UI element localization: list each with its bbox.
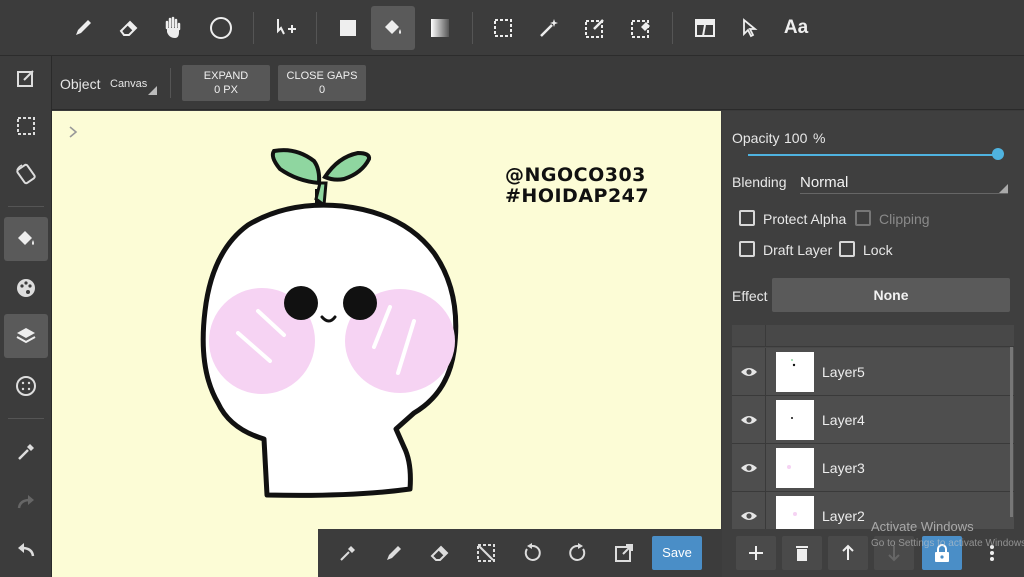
app-root: Aa Object Canvas EXPAND 0 PX CLOSE GAPS … — [0, 0, 1024, 577]
activate-windows-title: Activate Windows — [871, 519, 974, 534]
close-gaps-button[interactable]: CLOSE GAPS 0 — [278, 65, 366, 101]
layer-list-scrollbar[interactable] — [1010, 347, 1013, 517]
protect-alpha-label: Protect Alpha — [763, 211, 847, 227]
character-drawing — [200, 148, 459, 498]
left-toolbar — [0, 0, 52, 577]
expand-label: EXPAND — [203, 70, 249, 82]
layer-thumbnail — [776, 400, 814, 440]
layer-name: Layer4 — [822, 412, 865, 428]
cursor-icon[interactable] — [727, 6, 771, 50]
opacity-slider[interactable] — [748, 154, 998, 156]
blending-caret-icon — [999, 184, 1008, 193]
add-layer-button[interactable] — [736, 536, 776, 570]
activate-windows-subtitle: Go to Settings to activate Windows. — [871, 538, 1024, 549]
clipping-checkbox[interactable] — [855, 210, 871, 226]
bucket-icon[interactable] — [4, 217, 48, 261]
eraser-icon[interactable] — [107, 6, 151, 50]
opacity-unit: % — [813, 130, 826, 146]
canvas-bottom-bar: Save — [318, 529, 722, 577]
rotate-right-icon[interactable] — [560, 535, 596, 571]
circle-icon[interactable] — [199, 6, 243, 50]
eye-icon[interactable] — [732, 348, 766, 396]
protect-alpha-checkbox[interactable] — [739, 210, 755, 226]
drawing-canvas[interactable]: @NGOCO303 #HOIDAP247 — [52, 111, 721, 577]
layer-thumbnail — [776, 352, 814, 392]
clipping-label: Clipping — [879, 211, 930, 227]
effect-label: Effect — [732, 288, 768, 304]
layer-name: Layer5 — [822, 364, 865, 380]
layer-actions-bar — [722, 529, 1024, 577]
layer-thumbnail — [776, 448, 814, 488]
arrow-up-icon — [842, 544, 854, 560]
deselect-icon[interactable] — [468, 535, 504, 571]
lock-checkbox[interactable] — [839, 241, 855, 257]
lock-label: Lock — [863, 242, 893, 258]
eyedropper-icon[interactable] — [4, 430, 48, 474]
plus-icon — [749, 546, 763, 560]
draft-layer-checkbox[interactable] — [739, 241, 755, 257]
expand-button[interactable]: EXPAND 0 PX — [182, 65, 270, 101]
layers-icon[interactable] — [4, 314, 48, 358]
eye-icon[interactable] — [732, 396, 766, 444]
text-icon: Aa — [783, 17, 809, 38]
palette-icon[interactable] — [4, 266, 48, 310]
object-select-caret-icon — [148, 86, 157, 95]
bucket-icon[interactable] — [371, 6, 415, 50]
eyedropper-icon[interactable] — [330, 535, 366, 571]
move-icon[interactable] — [264, 6, 308, 50]
eye-icon[interactable] — [732, 444, 766, 492]
dots-icon[interactable] — [4, 364, 48, 408]
close-gaps-value: 0 — [318, 84, 326, 96]
layer-row[interactable]: Layer5 — [732, 348, 1014, 396]
eye-icon[interactable] — [732, 492, 766, 529]
save-button[interactable]: Save — [652, 536, 702, 570]
object-label: Object — [60, 76, 101, 92]
text-tool-button[interactable]: Aa — [774, 6, 818, 50]
effect-button[interactable]: None — [772, 278, 1010, 312]
layer-name: Layer2 — [822, 508, 865, 524]
layer-list-header — [732, 325, 1014, 347]
tool-options-bar: Object Canvas EXPAND 0 PX CLOSE GAPS 0 — [52, 56, 1024, 110]
close-gaps-label: CLOSE GAPS — [286, 70, 358, 82]
opacity-slider-handle[interactable] — [992, 148, 1004, 160]
draft-layer-label: Draft Layer — [763, 242, 833, 258]
blending-select[interactable]: Normal — [800, 174, 848, 191]
select-eraser-icon[interactable] — [619, 6, 663, 50]
layer-properties-panel: Opacity 100 % Blending Normal Protect Al… — [722, 111, 1024, 577]
object-select[interactable]: Canvas — [110, 78, 147, 90]
layout-icon[interactable] — [683, 6, 727, 50]
gradient-icon[interactable] — [418, 6, 462, 50]
layer-list: Layer5 Layer4 Layer3 Layer2 — [732, 325, 1014, 529]
opacity-label: Opacity — [732, 130, 780, 146]
select-pen-icon[interactable] — [573, 6, 617, 50]
pen-icon[interactable] — [61, 6, 105, 50]
edit-icon[interactable] — [4, 56, 48, 100]
trash-icon — [796, 546, 808, 561]
selection-icon[interactable] — [4, 104, 48, 148]
layer-thumbnail — [776, 496, 814, 529]
delete-layer-button[interactable] — [782, 536, 822, 570]
layer-name: Layer3 — [822, 460, 865, 476]
hand-icon[interactable] — [151, 6, 195, 50]
eraser-icon[interactable] — [422, 535, 458, 571]
magic-wand-icon[interactable] — [527, 6, 571, 50]
redo-icon[interactable] — [4, 480, 48, 524]
layer-row[interactable]: Layer4 — [732, 396, 1014, 444]
expand-value: 0 PX — [214, 84, 238, 96]
opacity-value: 100 — [784, 130, 808, 146]
top-toolbar: Aa — [0, 0, 1024, 56]
rotate-icon[interactable] — [4, 152, 48, 196]
rotate-left-icon[interactable] — [514, 535, 550, 571]
layer-row[interactable]: Layer3 — [732, 444, 1014, 492]
blending-label: Blending — [732, 174, 787, 190]
select-rect-icon[interactable] — [481, 6, 525, 50]
share-icon[interactable] — [606, 535, 642, 571]
undo-icon[interactable] — [4, 528, 48, 572]
fill-rect-icon[interactable] — [326, 6, 370, 50]
pen-icon[interactable] — [376, 535, 412, 571]
move-layer-up-button[interactable] — [828, 536, 868, 570]
